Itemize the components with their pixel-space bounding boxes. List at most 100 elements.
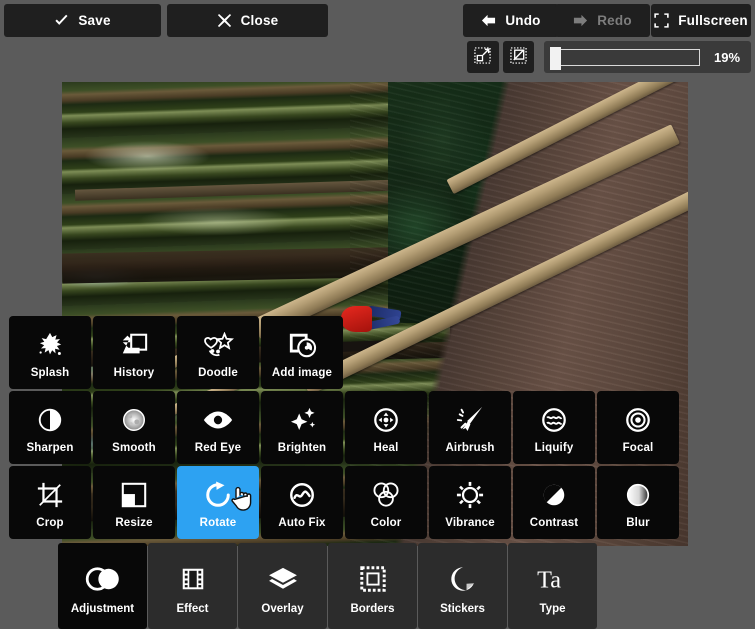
vibrance-icon [456, 476, 484, 514]
category-tab-bar: Adjustment Effect Overlay Borders Stickers Ta… [58, 543, 598, 629]
zoom-slider-handle[interactable] [550, 46, 561, 70]
tab-label: Type [539, 603, 566, 615]
tool-label: Auto Fix [278, 517, 326, 529]
liquify-icon [540, 401, 568, 439]
redo-button[interactable]: Redo [555, 4, 650, 37]
doodle-icon [202, 326, 234, 364]
zoom-fit-in-icon-button[interactable] [502, 41, 534, 73]
tool-sharpen[interactable]: Sharpen [9, 391, 91, 464]
focal-icon [624, 401, 652, 439]
layers-icon [267, 557, 299, 601]
tool-vibrance[interactable]: Vibrance [429, 466, 511, 539]
tool-add-image[interactable]: Add image [261, 316, 343, 389]
svg-text:Ta: Ta [537, 566, 561, 593]
film-strip-icon [179, 557, 207, 601]
tool-heal[interactable]: Heal [345, 391, 427, 464]
tool-color[interactable]: Color [345, 466, 427, 539]
blur-icon [624, 476, 652, 514]
zoom-fit-out-icon [474, 47, 491, 67]
tool-label: Blur [626, 517, 650, 529]
tab-label: Borders [350, 603, 395, 615]
zoom-slider-container: 19% [544, 41, 751, 73]
heal-icon [372, 401, 400, 439]
zoom-slider[interactable] [550, 46, 700, 70]
save-label: Save [78, 13, 111, 28]
zoom-toolbar: 19% [467, 41, 751, 73]
airbrush-icon [455, 401, 485, 439]
auto-fix-icon [288, 476, 316, 514]
tool-red-eye[interactable]: Red Eye [177, 391, 259, 464]
check-icon [54, 13, 69, 28]
brighten-icon [287, 401, 317, 439]
tool-label: Crop [36, 517, 64, 529]
tool-doodle[interactable]: Doodle [177, 316, 259, 389]
tool-blur[interactable]: Blur [597, 466, 679, 539]
smooth-icon [120, 401, 148, 439]
tab-borders[interactable]: Borders [328, 543, 417, 629]
close-label: Close [240, 13, 279, 28]
tool-rotate[interactable]: Rotate [177, 466, 259, 539]
arrow-right-icon [573, 13, 588, 28]
fullscreen-button[interactable]: Fullscreen [651, 4, 751, 37]
tool-label: Airbrush [445, 442, 495, 454]
mouse-cursor-hand-icon [229, 484, 255, 519]
zoom-fit-out-icon-button[interactable] [467, 41, 499, 73]
tool-contrast[interactable]: Contrast [513, 466, 595, 539]
tab-label: Effect [176, 603, 209, 615]
tool-label: Color [370, 517, 402, 529]
tool-brighten[interactable]: Brighten [261, 391, 343, 464]
photo-editor-window: Save Close Undo Redo Fullscreen 19% Spla… [0, 0, 755, 629]
add-image-icon [287, 326, 317, 364]
tool-auto-fix[interactable]: Auto Fix [261, 466, 343, 539]
sharpen-icon [36, 401, 64, 439]
rotate-icon [204, 476, 232, 514]
close-button[interactable]: Close [167, 4, 328, 37]
tool-splash[interactable]: Splash [9, 316, 91, 389]
undo-button[interactable]: Undo [463, 4, 559, 37]
splash-icon [35, 326, 65, 364]
tab-adjustment[interactable]: Adjustment [58, 543, 147, 629]
undo-label: Undo [505, 13, 541, 28]
tool-label: Vibrance [445, 517, 495, 529]
tab-label: Stickers [440, 603, 485, 615]
zoom-fit-in-icon [510, 47, 527, 67]
close-icon [217, 13, 232, 28]
tool-crop[interactable]: Crop [9, 466, 91, 539]
tool-label: Rotate [199, 517, 237, 529]
contrast-icon [540, 476, 568, 514]
crop-icon [36, 476, 64, 514]
tool-label: Smooth [112, 442, 156, 454]
tab-effect[interactable]: Effect [148, 543, 237, 629]
tool-palette: Splash History Doodle Add image Sharpen Smoot… [8, 315, 680, 541]
sticker-icon [449, 557, 477, 601]
tool-label: Doodle [198, 367, 238, 379]
tool-label: History [113, 367, 155, 379]
tool-label: Sharpen [26, 442, 74, 454]
tool-resize[interactable]: Resize [93, 466, 175, 539]
save-button[interactable]: Save [4, 4, 161, 37]
border-frame-icon [359, 557, 387, 601]
tool-label: Resize [115, 517, 153, 529]
tab-label: Overlay [261, 603, 304, 615]
resize-icon [120, 476, 148, 514]
red-eye-icon [202, 401, 234, 439]
type-ta-icon: Ta [536, 557, 570, 601]
tab-stickers[interactable]: Stickers [418, 543, 507, 629]
redo-label: Redo [597, 13, 632, 28]
adjustment-icon [85, 557, 121, 601]
tool-history[interactable]: History [93, 316, 175, 389]
fullscreen-icon [654, 13, 669, 28]
tab-type[interactable]: Ta Type [508, 543, 597, 629]
color-icon [371, 476, 401, 514]
tool-label: Liquify [534, 442, 574, 454]
tab-label: Adjustment [70, 603, 135, 615]
tool-airbrush[interactable]: Airbrush [429, 391, 511, 464]
history-icon [119, 326, 149, 364]
tool-focal[interactable]: Focal [597, 391, 679, 464]
zoom-percent-label: 19% [714, 49, 741, 65]
tool-liquify[interactable]: Liquify [513, 391, 595, 464]
arrow-left-icon [481, 13, 496, 28]
tool-label: Focal [622, 442, 654, 454]
tab-overlay[interactable]: Overlay [238, 543, 327, 629]
tool-smooth[interactable]: Smooth [93, 391, 175, 464]
